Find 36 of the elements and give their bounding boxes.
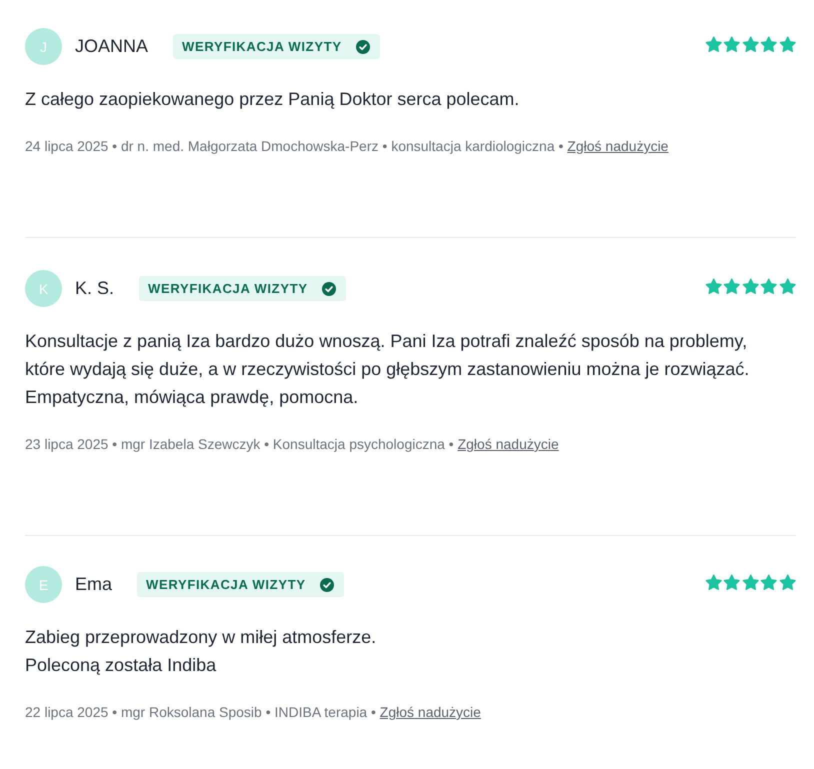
check-circle-icon [320,578,334,592]
badge-label: WERYFIKACJA WIZYTY [146,577,306,592]
star-icon [704,36,722,54]
star-icon [778,36,796,54]
review-details: 22 lipca 2025 • mgr Roksolana Sposib • INDIBA terapia • Zgłoś nadużycie [25,703,482,722]
star-icon [742,36,759,54]
check-circle-icon [322,282,336,296]
star-icon [778,278,796,296]
star-icon [742,278,759,296]
avatar-circle: J [25,28,62,65]
review-details: 24 lipca 2025 • dr n. med. Małgorzata Dmochowska-Perz • konsultacja kardiologiczna • Zgłoś nadużycie [25,137,670,156]
report-abuse-link[interactable]: Zgłoś nadużycie [380,704,481,720]
star-icon [760,36,778,54]
report-abuse-link[interactable]: Zgłoś nadużycie [567,138,668,154]
badge-label: WERYFIKACJA WIZYTY [182,39,342,54]
review-text: Z całego zaopiekowanego przez Panią Doktor serca polecam. [25,88,520,111]
star-icon [760,278,778,296]
star-icon [723,36,740,54]
review-details: 23 lipca 2025 • mgr Izabela Szewczyk • Konsultacja psychologiczna • Zgłoś nadużycie [25,435,560,454]
star-icon [742,574,759,592]
avatar-circle: K [25,270,62,307]
review-text: Zabieg przeprowadzony w miłej atmosferze. Poleconą została Indiba [25,626,378,677]
star-icon [723,278,740,296]
report-abuse-link[interactable]: Zgłoś nadużycie [458,436,559,452]
star-icon [778,574,796,592]
reviewer-name: K. S. [75,278,114,299]
reviewer-name: Ema [75,574,112,595]
reviewer-name: JOANNA [75,36,148,57]
star-icon [704,574,722,592]
star-icon [704,278,722,296]
review-text: Konsultacje z panią Iza bardzo dużo wnoszą. Pani Iza potrafi znaleźć sposób na problemy, które wydają się duże, a w rzeczywistości po głębszym zastanowieniu można je rozwiązać. Empatyczna, mówiąca prawdę, pomocna. [25,330,750,409]
badge-label: WERYFIKACJA WIZYTY [148,281,308,296]
check-circle-icon [356,40,370,54]
star-icon [760,574,778,592]
star-icon [723,574,740,592]
avatar-circle: E [25,566,62,603]
